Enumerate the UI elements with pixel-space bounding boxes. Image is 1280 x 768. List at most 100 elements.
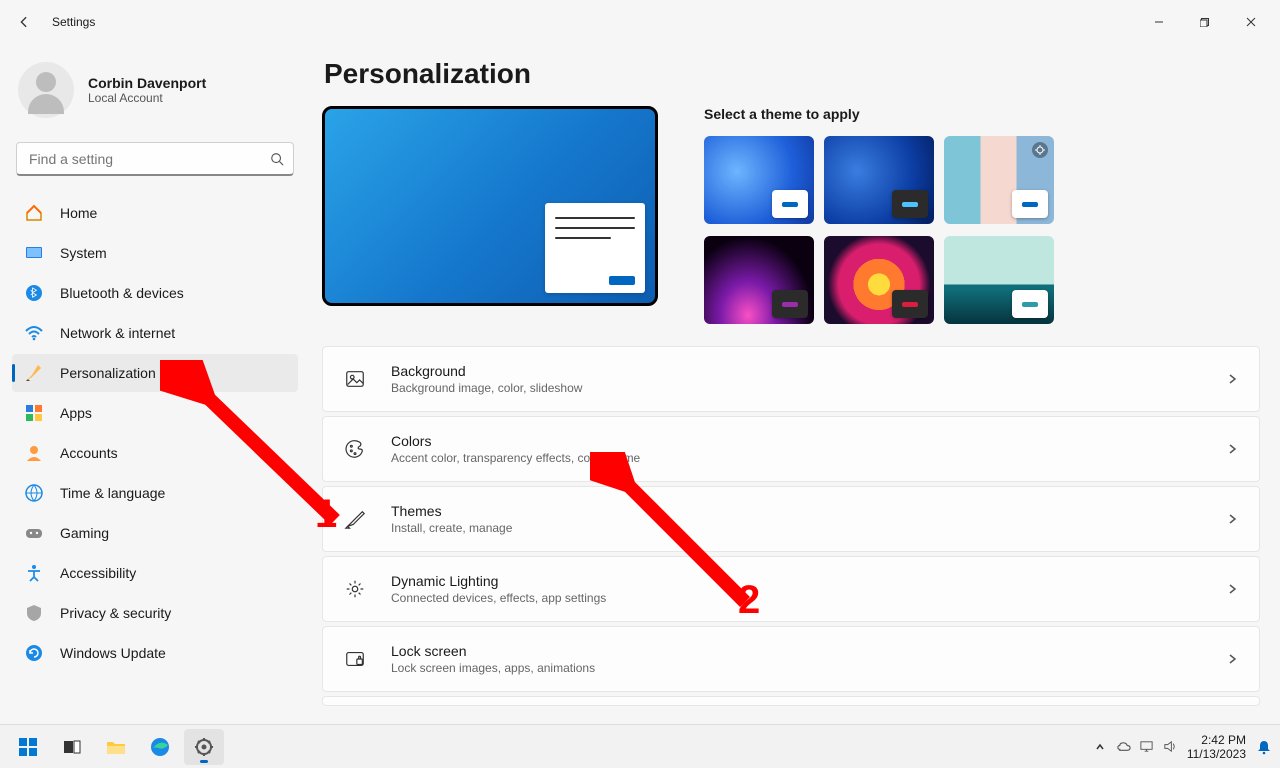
annotation-num-2: 2 bbox=[738, 578, 760, 623]
tray-icons[interactable] bbox=[1116, 739, 1177, 754]
user-block[interactable]: Corbin Davenport Local Account bbox=[12, 56, 298, 132]
clock[interactable]: 2:42 PM 11/13/2023 bbox=[1187, 733, 1246, 761]
clock-time: 2:42 PM bbox=[1187, 733, 1246, 747]
folder-icon bbox=[105, 737, 127, 757]
sidebar-item-label: Accounts bbox=[60, 445, 118, 461]
row-title: Themes bbox=[391, 503, 1201, 519]
theme-dark-blue[interactable] bbox=[824, 136, 934, 224]
maximize-icon bbox=[1200, 17, 1210, 27]
row-colors[interactable]: Colors Accent color, transparency effects… bbox=[322, 416, 1260, 482]
theme-spotlight[interactable] bbox=[944, 136, 1054, 224]
row-title: Lock screen bbox=[391, 643, 1201, 659]
start-button[interactable] bbox=[8, 729, 48, 765]
row-title: Background bbox=[391, 363, 1201, 379]
user-name: Corbin Davenport bbox=[88, 75, 206, 91]
palette-icon bbox=[343, 437, 367, 461]
search-icon bbox=[270, 152, 284, 166]
row-dynamic-lighting[interactable]: Dynamic LightingConnected devices, effec… bbox=[322, 556, 1260, 622]
theme-landscape[interactable] bbox=[944, 236, 1054, 324]
sidebar-item-label: Gaming bbox=[60, 525, 109, 541]
row-lock-screen[interactable]: Lock screen Lock screen images, apps, ani… bbox=[322, 626, 1260, 692]
apps-icon bbox=[24, 403, 44, 423]
theme-light-blue[interactable] bbox=[704, 136, 814, 224]
sidebar-item-label: Bluetooth & devices bbox=[60, 285, 184, 301]
close-icon bbox=[1246, 17, 1256, 27]
edge-button[interactable] bbox=[140, 729, 180, 765]
row-sub: Accent color, transparency effects, colo… bbox=[391, 451, 1201, 465]
onedrive-icon bbox=[1116, 739, 1131, 754]
row-title: Colors bbox=[391, 433, 1201, 449]
sidebar-item-apps[interactable]: Apps bbox=[12, 394, 298, 432]
image-icon bbox=[343, 367, 367, 391]
explorer-button[interactable] bbox=[96, 729, 136, 765]
minimize-button[interactable] bbox=[1136, 6, 1182, 38]
sidebar-item-label: Windows Update bbox=[60, 645, 166, 661]
accessibility-icon bbox=[24, 563, 44, 583]
sidebar-item-system[interactable]: System bbox=[12, 234, 298, 272]
brush-icon bbox=[343, 507, 367, 531]
sidebar-item-update[interactable]: Windows Update bbox=[12, 634, 298, 672]
sidebar-item-accessibility[interactable]: Accessibility bbox=[12, 554, 298, 592]
window-title: Settings bbox=[52, 15, 95, 29]
sidebar: Corbin Davenport Local Account Home Syst… bbox=[0, 44, 310, 724]
sidebar-item-network[interactable]: Network & internet bbox=[12, 314, 298, 352]
chevron-right-icon bbox=[1225, 652, 1239, 666]
avatar bbox=[18, 62, 74, 118]
row-themes[interactable]: ThemesInstall, create, manage bbox=[322, 486, 1260, 552]
sidebar-item-label: Privacy & security bbox=[60, 605, 171, 621]
bluetooth-icon bbox=[24, 283, 44, 303]
volume-icon bbox=[1162, 739, 1177, 754]
clock-date: 11/13/2023 bbox=[1187, 747, 1246, 761]
chevron-right-icon bbox=[1225, 442, 1239, 456]
sidebar-item-gaming[interactable]: Gaming bbox=[12, 514, 298, 552]
sidebar-item-personalization[interactable]: Personalization bbox=[12, 354, 298, 392]
annotation-num-1: 1 bbox=[315, 492, 337, 537]
row-sub: Lock screen images, apps, animations bbox=[391, 661, 1201, 675]
arrow-left-icon bbox=[17, 15, 31, 29]
shield-icon bbox=[24, 603, 44, 623]
system-icon bbox=[24, 243, 44, 263]
lock-screen-icon bbox=[343, 647, 367, 671]
taskbar: 2:42 PM 11/13/2023 bbox=[0, 724, 1280, 768]
back-button[interactable] bbox=[6, 4, 42, 40]
row-partial bbox=[322, 696, 1260, 706]
theme-glow[interactable] bbox=[704, 236, 814, 324]
themes-label: Select a theme to apply bbox=[704, 106, 1260, 122]
search-input[interactable] bbox=[16, 142, 294, 176]
nav: Home System Bluetooth & devices Network … bbox=[12, 192, 298, 674]
spotlight-icon bbox=[1032, 142, 1048, 158]
tray-overflow-icon[interactable] bbox=[1094, 741, 1106, 753]
row-sub: Background image, color, slideshow bbox=[391, 381, 1201, 395]
clock-globe-icon bbox=[24, 483, 44, 503]
sidebar-item-privacy[interactable]: Privacy & security bbox=[12, 594, 298, 632]
content: Personalization Select a theme to apply bbox=[310, 44, 1280, 724]
search-wrap bbox=[16, 142, 294, 176]
desktop-preview bbox=[322, 106, 658, 306]
sidebar-item-bluetooth[interactable]: Bluetooth & devices bbox=[12, 274, 298, 312]
edge-icon bbox=[150, 737, 170, 757]
sidebar-item-label: System bbox=[60, 245, 107, 261]
settings-taskbar-button[interactable] bbox=[184, 729, 224, 765]
notification-icon[interactable] bbox=[1256, 739, 1272, 755]
sidebar-item-accounts[interactable]: Accounts bbox=[12, 434, 298, 472]
task-view-button[interactable] bbox=[52, 729, 92, 765]
row-background[interactable]: Background Background image, color, slide… bbox=[322, 346, 1260, 412]
sidebar-item-time[interactable]: Time & language bbox=[12, 474, 298, 512]
network-tray-icon bbox=[1139, 739, 1154, 754]
sidebar-item-label: Personalization bbox=[60, 365, 156, 381]
sidebar-item-home[interactable]: Home bbox=[12, 194, 298, 232]
user-sub: Local Account bbox=[88, 91, 206, 105]
sidebar-item-label: Time & language bbox=[60, 485, 165, 501]
chevron-right-icon bbox=[1225, 512, 1239, 526]
sidebar-item-label: Home bbox=[60, 205, 97, 221]
theme-flow[interactable] bbox=[824, 236, 934, 324]
close-button[interactable] bbox=[1228, 6, 1274, 38]
task-view-icon bbox=[62, 737, 82, 757]
page-title: Personalization bbox=[324, 58, 1260, 90]
maximize-button[interactable] bbox=[1182, 6, 1228, 38]
sparkle-icon bbox=[343, 577, 367, 601]
titlebar: Settings bbox=[0, 0, 1280, 44]
chevron-right-icon bbox=[1225, 372, 1239, 386]
sidebar-item-label: Apps bbox=[60, 405, 92, 421]
update-icon bbox=[24, 643, 44, 663]
